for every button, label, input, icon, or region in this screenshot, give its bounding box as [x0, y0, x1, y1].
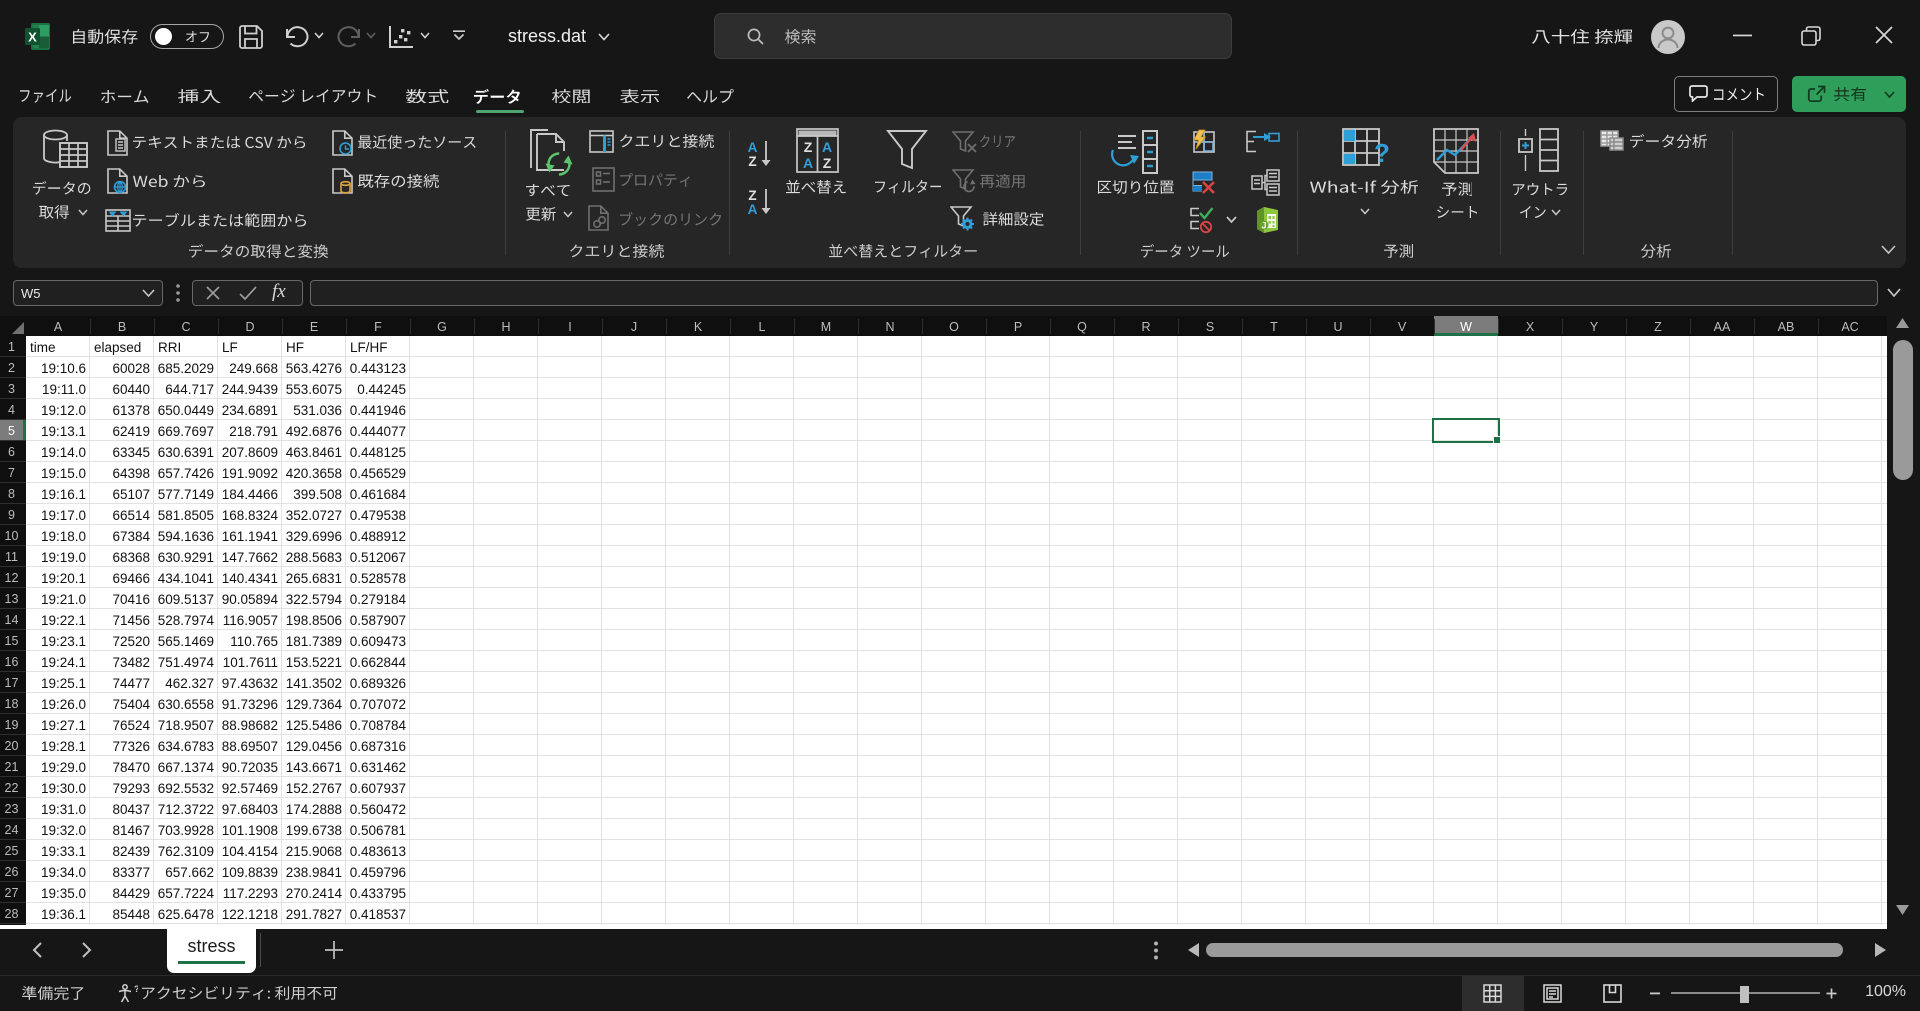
- svg-text:Z: Z: [748, 154, 756, 169]
- svg-text:?: ?: [134, 984, 138, 994]
- svg-text:A: A: [803, 155, 813, 171]
- svg-text:Z: Z: [823, 155, 832, 171]
- svg-text:A: A: [822, 139, 832, 155]
- svg-text:Z: Z: [748, 188, 756, 203]
- svg-text:X: X: [28, 30, 37, 45]
- svg-text:A: A: [748, 140, 758, 155]
- svg-text:A: A: [748, 202, 758, 217]
- svg-text:Z: Z: [804, 139, 813, 155]
- svg-text:?: ?: [1374, 138, 1390, 168]
- svg-text:J: J: [1261, 221, 1266, 231]
